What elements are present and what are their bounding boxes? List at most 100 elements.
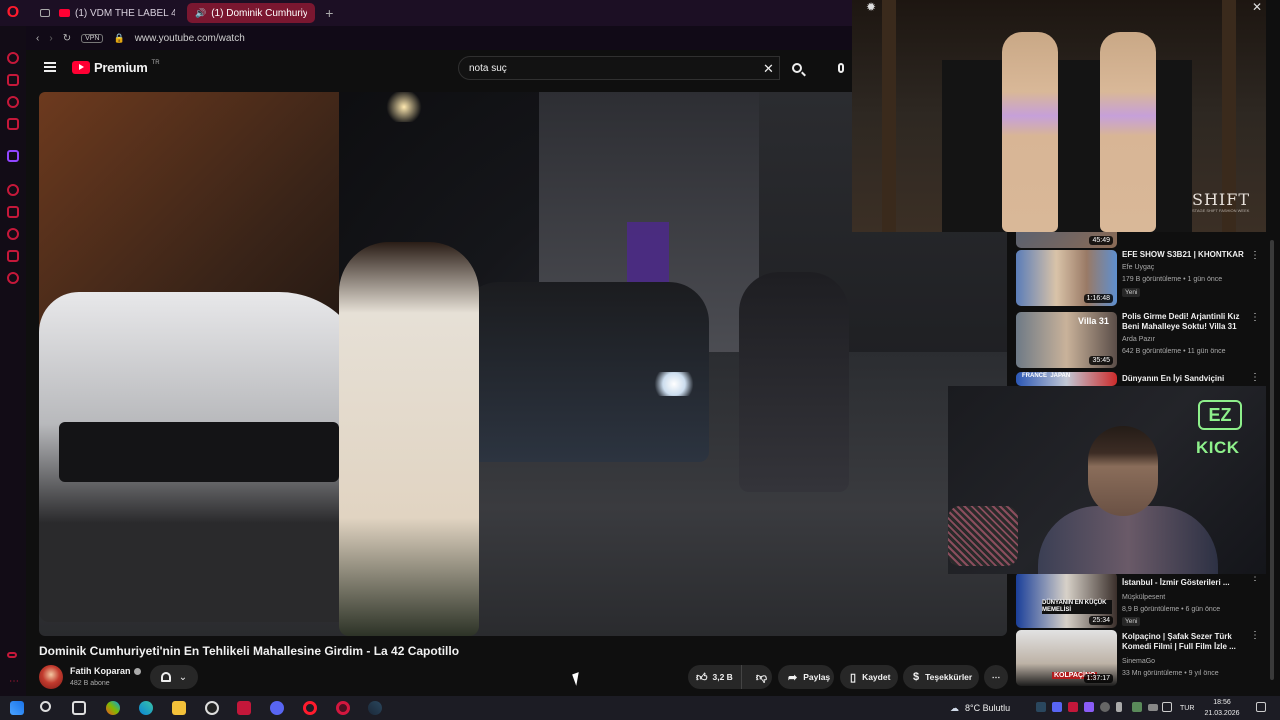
- forward-icon[interactable]: ›: [49, 33, 52, 44]
- tab-dominik[interactable]: 🔊 (1) Dominik Cumhuriyet: [187, 3, 316, 23]
- like-button[interactable]: 👍︎ 3,2 B: [688, 665, 742, 689]
- gx-icon[interactable]: [7, 652, 17, 658]
- more-options-icon[interactable]: ⋮: [1250, 250, 1260, 261]
- history-icon[interactable]: [7, 228, 19, 240]
- back-icon[interactable]: ‹: [36, 33, 39, 44]
- channel-avatar[interactable]: [39, 665, 63, 689]
- save-button[interactable]: ▯ Kaydet: [840, 665, 898, 689]
- video-duration: 1:16:48: [1083, 294, 1113, 303]
- tray-battery-icon[interactable]: [1148, 704, 1158, 711]
- overlay-video-fashion[interactable]: SHIFT STAGE SHIFT FASHION WEEK ✹ ✕: [852, 0, 1266, 232]
- tray-volume-icon[interactable]: [1172, 702, 1182, 712]
- search-input[interactable]: nota suç ✕: [458, 56, 780, 80]
- opera-icon[interactable]: [303, 701, 317, 715]
- overlay-close-icon[interactable]: ✕: [1252, 0, 1262, 14]
- thanks-button[interactable]: $ Teşekkürler: [903, 665, 979, 689]
- vpn-badge[interactable]: VPN: [81, 33, 104, 43]
- file-explorer-icon[interactable]: [172, 701, 186, 715]
- scene-runway-model: [1100, 32, 1156, 232]
- reload-icon[interactable]: ↻: [63, 33, 71, 44]
- tray-app-icon[interactable]: [1084, 702, 1094, 712]
- recommendation-item[interactable]: DÜNYANIN EN KÜÇÜK MEMELİSİ 25:34 İstanbu…: [1016, 572, 1266, 628]
- windows-start-icon[interactable]: [10, 701, 24, 715]
- tray-steam-icon[interactable]: [1036, 702, 1046, 712]
- tray-microphone-icon[interactable]: [1116, 702, 1122, 712]
- system-clock[interactable]: 18:56 21.03.2026: [1200, 697, 1244, 719]
- more-icon[interactable]: ⋯: [9, 676, 19, 687]
- tray-discord-icon[interactable]: [1052, 702, 1062, 712]
- copilot-icon[interactable]: [106, 701, 120, 715]
- subscriber-count: 482 B abone: [70, 680, 110, 687]
- recommendation-title: Dünyanın En İyi Sandviçini: [1122, 374, 1225, 383]
- mail-icon[interactable]: [7, 118, 19, 130]
- shopping-icon[interactable]: [7, 74, 19, 86]
- recommendation-item[interactable]: 1:16:48 EFE SHOW S3B21 | KHONTKAR Efe Uy…: [1016, 250, 1266, 306]
- recommendation-item[interactable]: FRANCE JAPAN Dünyanın En İyi Sandviçini …: [1016, 372, 1266, 386]
- tray-app-icon[interactable]: [1132, 702, 1142, 712]
- steam-icon[interactable]: [368, 701, 382, 715]
- recommendation-title: Polis Girme Dedi! Arjantinli Kız Beni Ma…: [1122, 312, 1240, 331]
- recommendation-meta: 33 Mn görüntüleme • 9 yıl önce: [1122, 670, 1219, 677]
- opera-gx-icon[interactable]: [336, 701, 350, 715]
- tray-app-icon[interactable]: [1068, 702, 1078, 712]
- player-icon[interactable]: [7, 184, 19, 196]
- twitch-icon[interactable]: [7, 150, 19, 162]
- page-scrollbar[interactable]: [1270, 240, 1274, 680]
- messenger-icon[interactable]: [7, 96, 19, 108]
- recommendation-channel: SinemaGo: [1122, 658, 1156, 665]
- aria-icon[interactable]: [7, 52, 19, 64]
- tray-app-icon[interactable]: [1100, 702, 1110, 712]
- more-options-icon[interactable]: ⋮: [1250, 372, 1260, 383]
- subscription-button[interactable]: ⌄: [150, 665, 198, 689]
- language-indicator[interactable]: TUR: [1180, 696, 1194, 720]
- bookmark-icon[interactable]: [7, 206, 19, 218]
- clear-search-icon[interactable]: ✕: [763, 61, 774, 77]
- tab-label: (1) Dominik Cumhuriyet: [211, 7, 308, 19]
- menu-icon[interactable]: [44, 62, 56, 72]
- opera-logo-icon[interactable]: O: [0, 0, 26, 26]
- youtube-header: Premium TR nota suç ✕: [26, 50, 860, 88]
- voicemod-icon[interactable]: [237, 701, 251, 715]
- clock-date: 21.03.2026: [1204, 710, 1240, 717]
- more-actions-button[interactable]: ⋯: [984, 665, 1008, 689]
- scene-motorcycle-rider: [739, 272, 849, 492]
- search-icon[interactable]: [40, 701, 51, 712]
- more-options-icon[interactable]: ⋮: [1250, 312, 1260, 323]
- ez-neon-sign: EZ: [1198, 400, 1242, 430]
- scene-man-in-shirt: [339, 242, 479, 636]
- video-duration: 1:37:17: [1083, 674, 1113, 683]
- cloud-icon: ☁: [950, 702, 959, 713]
- search-button[interactable]: [782, 56, 812, 80]
- new-tab-button[interactable]: +: [319, 5, 339, 21]
- video-title: Dominik Cumhuriyeti'nin En Tehlikeli Mah…: [39, 644, 460, 658]
- notification-icon[interactable]: [1256, 702, 1266, 712]
- recommendation-item[interactable]: Villa 31 35:45 Polis Girme Dedi! Arjanti…: [1016, 312, 1266, 368]
- weather-widget[interactable]: ☁ 8°C Bulutlu: [950, 696, 1010, 720]
- more-options-icon[interactable]: ⋮: [1250, 630, 1260, 641]
- task-view-icon[interactable]: [72, 701, 86, 715]
- lock-icon: 🔒: [113, 32, 125, 43]
- recommendation-thumbnail: KOLPAÇİNO 1:37:17: [1016, 630, 1117, 686]
- super-thanks-icon: $: [913, 671, 920, 683]
- shift-brand-text: SHIFT: [1192, 190, 1251, 209]
- recommendation-item[interactable]: KOLPAÇİNO 1:37:17 Kolpaçino | Şafak Seze…: [1016, 630, 1266, 686]
- edge-icon[interactable]: [139, 701, 153, 715]
- obs-icon[interactable]: [205, 701, 219, 715]
- discord-icon[interactable]: [270, 701, 284, 715]
- clock-time: 18:56: [1213, 699, 1231, 706]
- dislike-button[interactable]: 👎︎: [748, 671, 767, 684]
- channel-name[interactable]: Fatih Koparan: [70, 666, 141, 676]
- tray-network-icon[interactable]: [1162, 702, 1172, 712]
- region-code: TR: [151, 60, 160, 66]
- voice-search-button[interactable]: [830, 57, 852, 79]
- overlay-control-icon[interactable]: ✹: [866, 0, 876, 14]
- overlay-webcam[interactable]: EZ KICK: [948, 386, 1266, 574]
- extensions-icon[interactable]: [7, 250, 19, 262]
- recommendation-meta: 8,9 B görüntüleme • 6 gün önce: [1122, 606, 1221, 613]
- youtube-logo[interactable]: Premium TR: [72, 60, 160, 75]
- new-badge: Yeni: [1122, 288, 1141, 297]
- settings-icon[interactable]: [7, 272, 19, 284]
- tab-vdm[interactable]: (1) VDM THE LABEL 4K / S: [32, 3, 183, 23]
- share-button[interactable]: ➦ Paylaş: [778, 665, 834, 689]
- address-bar[interactable]: www.youtube.com/watch: [135, 33, 245, 44]
